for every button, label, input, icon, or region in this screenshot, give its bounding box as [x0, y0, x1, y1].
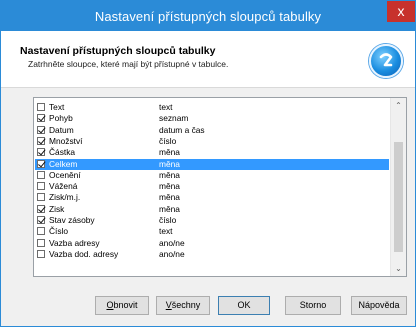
- column-checkbox[interactable]: [37, 148, 45, 157]
- column-name: Datum: [49, 124, 74, 135]
- list-item[interactable]: Vazba dod. adresy ano/ne: [35, 249, 389, 260]
- column-checkbox[interactable]: [37, 114, 45, 123]
- column-name: Vážená: [49, 181, 78, 192]
- list-item[interactable]: Ocenění měna: [35, 170, 389, 181]
- column-name: Text: [49, 102, 65, 112]
- column-checkbox[interactable]: [37, 125, 45, 134]
- list-item[interactable]: Text text: [35, 102, 389, 113]
- column-type: měna: [159, 203, 180, 214]
- app-logo-icon: [369, 44, 403, 78]
- column-type: měna: [159, 147, 180, 158]
- close-button[interactable]: x: [387, 1, 415, 22]
- scroll-down-icon[interactable]: ⌄: [391, 261, 406, 276]
- title-bar[interactable]: Nastavení přístupných sloupců tabulky x: [1, 1, 415, 31]
- column-name: Částka: [49, 147, 76, 158]
- column-type: text: [159, 102, 173, 112]
- list-item[interactable]: Částka měna: [35, 147, 389, 158]
- list-item[interactable]: Číslo text: [35, 226, 389, 237]
- column-checkbox[interactable]: [37, 249, 45, 258]
- help-button[interactable]: Nápověda: [351, 296, 407, 315]
- column-type: datum a čas: [159, 124, 205, 135]
- column-checkbox[interactable]: [37, 159, 45, 168]
- column-checkbox[interactable]: [37, 136, 45, 145]
- header-title: Nastavení přístupných sloupců tabulky: [20, 45, 216, 57]
- vertical-scrollbar[interactable]: ⌃ ⌄: [390, 98, 406, 276]
- column-name: Množství: [49, 135, 83, 146]
- cancel-button[interactable]: Storno: [285, 296, 341, 315]
- column-checkbox[interactable]: [37, 193, 45, 202]
- column-checkbox[interactable]: [37, 216, 45, 224]
- list-item[interactable]: Zisk měna: [35, 204, 389, 215]
- column-name: Zisk/m.j.: [49, 192, 81, 203]
- ok-button[interactable]: OK: [218, 296, 270, 315]
- column-type: měna: [159, 169, 180, 180]
- column-type: číslo: [159, 135, 177, 146]
- column-type: měna: [159, 158, 180, 169]
- column-checkbox[interactable]: [37, 238, 45, 247]
- column-checkbox[interactable]: [37, 103, 45, 111]
- column-name: Pohyb: [49, 113, 73, 124]
- column-type: číslo: [159, 215, 177, 225]
- list-item[interactable]: Datum datum a čas: [35, 125, 389, 136]
- list-item[interactable]: Celkem měna: [35, 158, 389, 170]
- header-subtitle: Zatrhněte sloupce, které mají být přístu…: [28, 59, 229, 69]
- column-name: Celkem: [49, 158, 78, 169]
- column-type: ano/ne: [159, 248, 185, 259]
- column-type: měna: [159, 181, 180, 192]
- column-name: Vazba adresy: [49, 237, 100, 248]
- columns-listbox[interactable]: Text text Pohyb seznam Datum datum a čas Množs…: [33, 97, 407, 277]
- column-type: seznam: [159, 113, 189, 124]
- header-panel: Nastavení přístupných sloupců tabulky Za…: [1, 31, 415, 88]
- column-checkbox[interactable]: [37, 227, 45, 236]
- column-checkbox[interactable]: [37, 182, 45, 191]
- window-title: Nastavení přístupných sloupců tabulky: [94, 9, 322, 24]
- list-item[interactable]: Vazba adresy ano/ne: [35, 238, 389, 249]
- column-checkbox[interactable]: [37, 204, 45, 213]
- select-all-button[interactable]: Všechny: [156, 296, 210, 315]
- column-type: měna: [159, 192, 180, 203]
- dialog-window: Nastavení přístupných sloupců tabulky x …: [0, 0, 416, 327]
- column-name: Vazba dod. adresy: [49, 248, 119, 259]
- column-name: Ocenění: [49, 169, 81, 180]
- list-item[interactable]: Pohyb seznam: [35, 113, 389, 124]
- column-name: Číslo: [49, 226, 69, 237]
- list-item[interactable]: Zisk/m.j. měna: [35, 192, 389, 203]
- list-item[interactable]: Množství číslo: [35, 136, 389, 147]
- list-item[interactable]: Stav zásoby číslo: [35, 215, 389, 226]
- column-name: Zisk: [49, 203, 65, 214]
- scroll-thumb[interactable]: [394, 142, 403, 252]
- scroll-up-icon[interactable]: ⌃: [391, 98, 406, 113]
- list-item[interactable]: Vážená měna: [35, 181, 389, 192]
- column-name: Stav zásoby: [49, 215, 95, 225]
- refresh-button[interactable]: Obnovit: [95, 296, 149, 315]
- refresh-label: bnovit: [113, 300, 138, 310]
- column-type: ano/ne: [159, 237, 185, 248]
- column-checkbox[interactable]: [37, 170, 45, 179]
- select-all-label: šechny: [171, 300, 201, 310]
- content-area: Text text Pohyb seznam Datum datum a čas Množs…: [1, 88, 415, 326]
- column-type: text: [159, 226, 173, 237]
